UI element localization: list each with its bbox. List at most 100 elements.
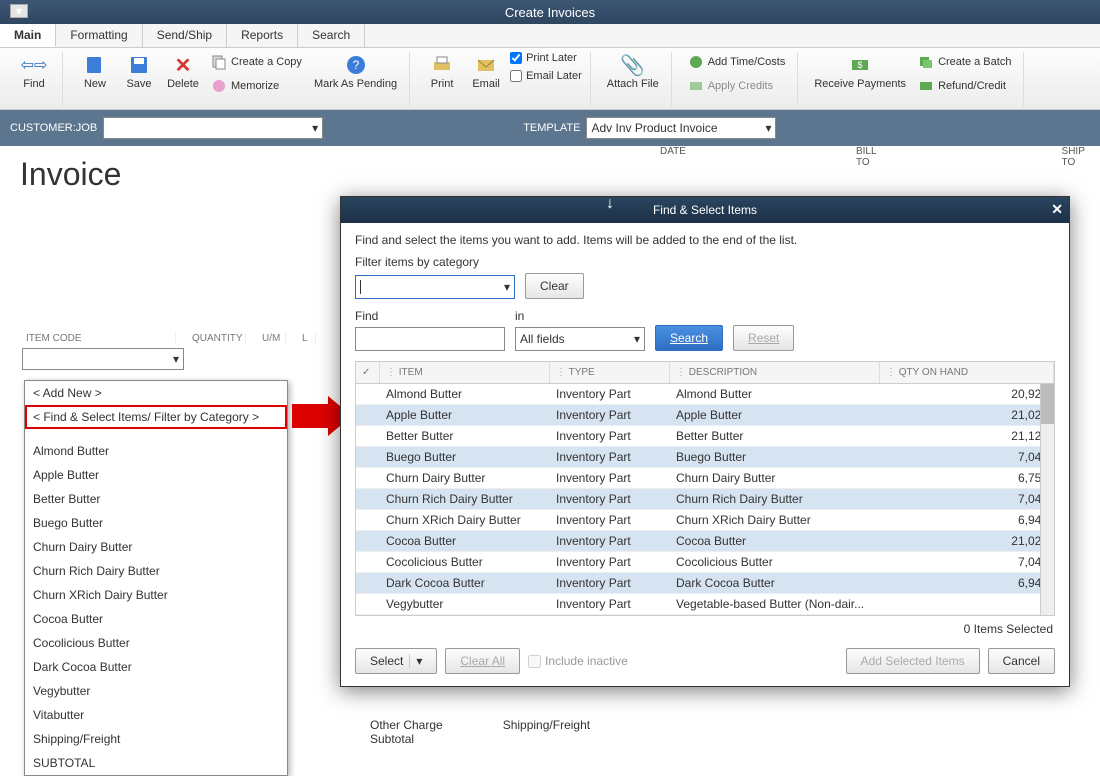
save-button[interactable]: Save xyxy=(119,52,159,92)
modal-title-bar: ↓ Find & Select Items ✕ xyxy=(341,197,1069,223)
table-row[interactable]: Cocoa ButterInventory PartCocoa Butter21… xyxy=(356,531,1054,552)
item-code-combo[interactable]: ▾ xyxy=(22,348,184,370)
table-row[interactable]: Churn XRich Dairy ButterInventory PartCh… xyxy=(356,510,1054,531)
select-button[interactable]: Select ▾ xyxy=(355,648,437,674)
search-button[interactable]: Search xyxy=(655,325,723,351)
dropdown-item[interactable]: Apple Butter xyxy=(25,463,287,487)
bottom-extras: Other ChargeSubtotal Shipping/Freight xyxy=(370,718,590,746)
ribbon: ⇦⇨ Find New Save ✕Delete Create a Copy M… xyxy=(0,48,1100,110)
dropdown-item[interactable]: Dark Cocoa Butter xyxy=(25,655,287,679)
shipto-label: SHIP TO xyxy=(1062,146,1100,168)
col-item-header[interactable]: ⋮ ITEM xyxy=(380,362,550,383)
clear-button[interactable]: Clear xyxy=(525,273,584,299)
tab-search[interactable]: Search xyxy=(298,24,365,47)
clock-icon xyxy=(688,54,704,70)
dropdown-item[interactable]: Almond Butter xyxy=(25,439,287,463)
dropdown-item[interactable]: Churn Dairy Butter xyxy=(25,535,287,559)
col-qty-header[interactable]: ⋮ QTY ON HAND xyxy=(880,362,1054,383)
chevron-down-icon: ▾ xyxy=(504,280,510,294)
window-title-bar: ▾ Create Invoices xyxy=(0,0,1100,24)
dropdown-item[interactable]: Cocoa Butter xyxy=(25,607,287,631)
customer-combo[interactable]: ▾ xyxy=(103,117,323,139)
tab-sendship[interactable]: Send/Ship xyxy=(143,24,227,47)
col-type-header[interactable]: ⋮ TYPE xyxy=(550,362,670,383)
dropdown-item[interactable]: SUBTOTAL xyxy=(25,751,287,775)
filter-category-combo[interactable]: ▾ xyxy=(355,275,515,299)
col-desc-header[interactable]: ⋮ DESCRIPTION xyxy=(670,362,880,383)
dropdown-item[interactable]: Vitabutter xyxy=(25,703,287,727)
receive-payments-button[interactable]: $Receive Payments xyxy=(810,52,910,92)
create-batch-button[interactable]: Create a Batch xyxy=(914,52,1015,72)
credits-icon xyxy=(688,78,704,94)
dropdown-item[interactable]: Vegybutter xyxy=(25,679,287,703)
table-row[interactable]: Apple ButterInventory PartApple Butter21… xyxy=(356,405,1054,426)
in-label: in xyxy=(515,309,645,323)
refund-button[interactable]: Refund/Credit xyxy=(914,76,1015,96)
find-label: Find xyxy=(355,309,505,323)
reset-button[interactable]: Reset xyxy=(733,325,794,351)
print-later-checkbox[interactable]: Print Later xyxy=(510,52,582,64)
selected-count: 0 Items Selected xyxy=(355,616,1055,642)
cancel-button[interactable]: Cancel xyxy=(988,648,1055,674)
col-qty: QUANTITY xyxy=(192,333,243,344)
col-check[interactable]: ✓ xyxy=(356,362,380,383)
tab-formatting[interactable]: Formatting xyxy=(56,24,142,47)
customer-bar: CUSTOMER:JOB ▾ TEMPLATE Adv Inv Product … xyxy=(0,110,1100,146)
tab-main[interactable]: Main xyxy=(0,24,56,47)
add-selected-button[interactable]: Add Selected Items xyxy=(846,648,980,674)
dropdown-item[interactable]: Churn XRich Dairy Butter xyxy=(25,583,287,607)
mark-pending-button[interactable]: ?Mark As Pending xyxy=(310,52,401,92)
email-button[interactable]: Email xyxy=(466,52,506,92)
table-row[interactable]: Churn Dairy ButterInventory PartChurn Da… xyxy=(356,468,1054,489)
delete-button[interactable]: ✕Delete xyxy=(163,52,203,92)
dropdown-add-new[interactable]: < Add New > xyxy=(25,381,287,405)
dropdown-item[interactable]: Cocolicious Butter xyxy=(25,631,287,655)
modal-instructions: Find and select the items you want to ad… xyxy=(355,233,1055,247)
table-row[interactable]: Better ButterInventory PartBetter Butter… xyxy=(356,426,1054,447)
table-row[interactable]: Almond ButterInventory PartAlmond Butter… xyxy=(356,384,1054,405)
table-row[interactable]: Cocolicious ButterInventory PartCocolici… xyxy=(356,552,1054,573)
attach-file-button[interactable]: 📎Attach File xyxy=(603,52,663,92)
create-copy-button[interactable]: Create a Copy xyxy=(207,52,306,72)
dropdown-find-select[interactable]: < Find & Select Items/ Filter by Categor… xyxy=(25,405,287,429)
print-icon xyxy=(431,54,453,76)
ribbon-tabs: Main Formatting Send/Ship Reports Search xyxy=(0,24,1100,48)
chevron-down-icon: ▾ xyxy=(312,121,318,135)
tab-reports[interactable]: Reports xyxy=(227,24,298,47)
scrollbar[interactable] xyxy=(1040,384,1054,615)
customer-label: CUSTOMER:JOB xyxy=(10,122,97,134)
dropdown-item[interactable]: Better Butter xyxy=(25,487,287,511)
clear-all-button[interactable]: Clear All xyxy=(445,648,520,674)
in-combo[interactable]: All fields▾ xyxy=(515,327,645,351)
dropdown-item[interactable]: Churn Rich Dairy Butter xyxy=(25,559,287,583)
date-label: DATE xyxy=(660,146,686,168)
add-time-button[interactable]: Add Time/Costs xyxy=(684,52,790,72)
new-icon xyxy=(84,54,106,76)
email-later-checkbox[interactable]: Email Later xyxy=(510,70,582,82)
memorize-button[interactable]: Memorize xyxy=(207,76,306,96)
table-row[interactable]: Dark Cocoa ButterInventory PartDark Coco… xyxy=(356,573,1054,594)
close-icon[interactable]: ✕ xyxy=(1051,201,1063,218)
dropdown-item[interactable]: Buego Butter xyxy=(25,511,287,535)
delete-icon: ✕ xyxy=(172,54,194,76)
pending-icon: ? xyxy=(345,54,367,76)
batch-icon xyxy=(918,54,934,70)
find-button[interactable]: ⇦⇨ Find xyxy=(14,52,54,92)
print-button[interactable]: Print xyxy=(422,52,462,92)
email-icon xyxy=(475,54,497,76)
find-input[interactable] xyxy=(355,327,505,351)
nav-arrows-icon: ⇦⇨ xyxy=(23,54,45,76)
include-inactive-checkbox[interactable]: Include inactive xyxy=(528,654,628,668)
new-button[interactable]: New xyxy=(75,52,115,92)
dropdown-item[interactable]: Shipping/Freight xyxy=(25,727,287,751)
window-menu-icon[interactable]: ▾ xyxy=(10,4,28,18)
svg-text:?: ? xyxy=(352,58,359,72)
table-row[interactable]: Churn Rich Dairy ButterInventory PartChu… xyxy=(356,489,1054,510)
col-um: U/M xyxy=(262,333,280,344)
items-table: ✓ ⋮ ITEM ⋮ TYPE ⋮ DESCRIPTION ⋮ QTY ON H… xyxy=(355,361,1055,616)
table-row[interactable]: Buego ButterInventory PartBuego Butter7,… xyxy=(356,447,1054,468)
chevron-down-icon: ▾ xyxy=(634,332,640,346)
table-row[interactable]: VegybutterInventory PartVegetable-based … xyxy=(356,594,1054,615)
apply-credits-button[interactable]: Apply Credits xyxy=(684,76,790,96)
template-combo[interactable]: Adv Inv Product Invoice▾ xyxy=(586,117,776,139)
